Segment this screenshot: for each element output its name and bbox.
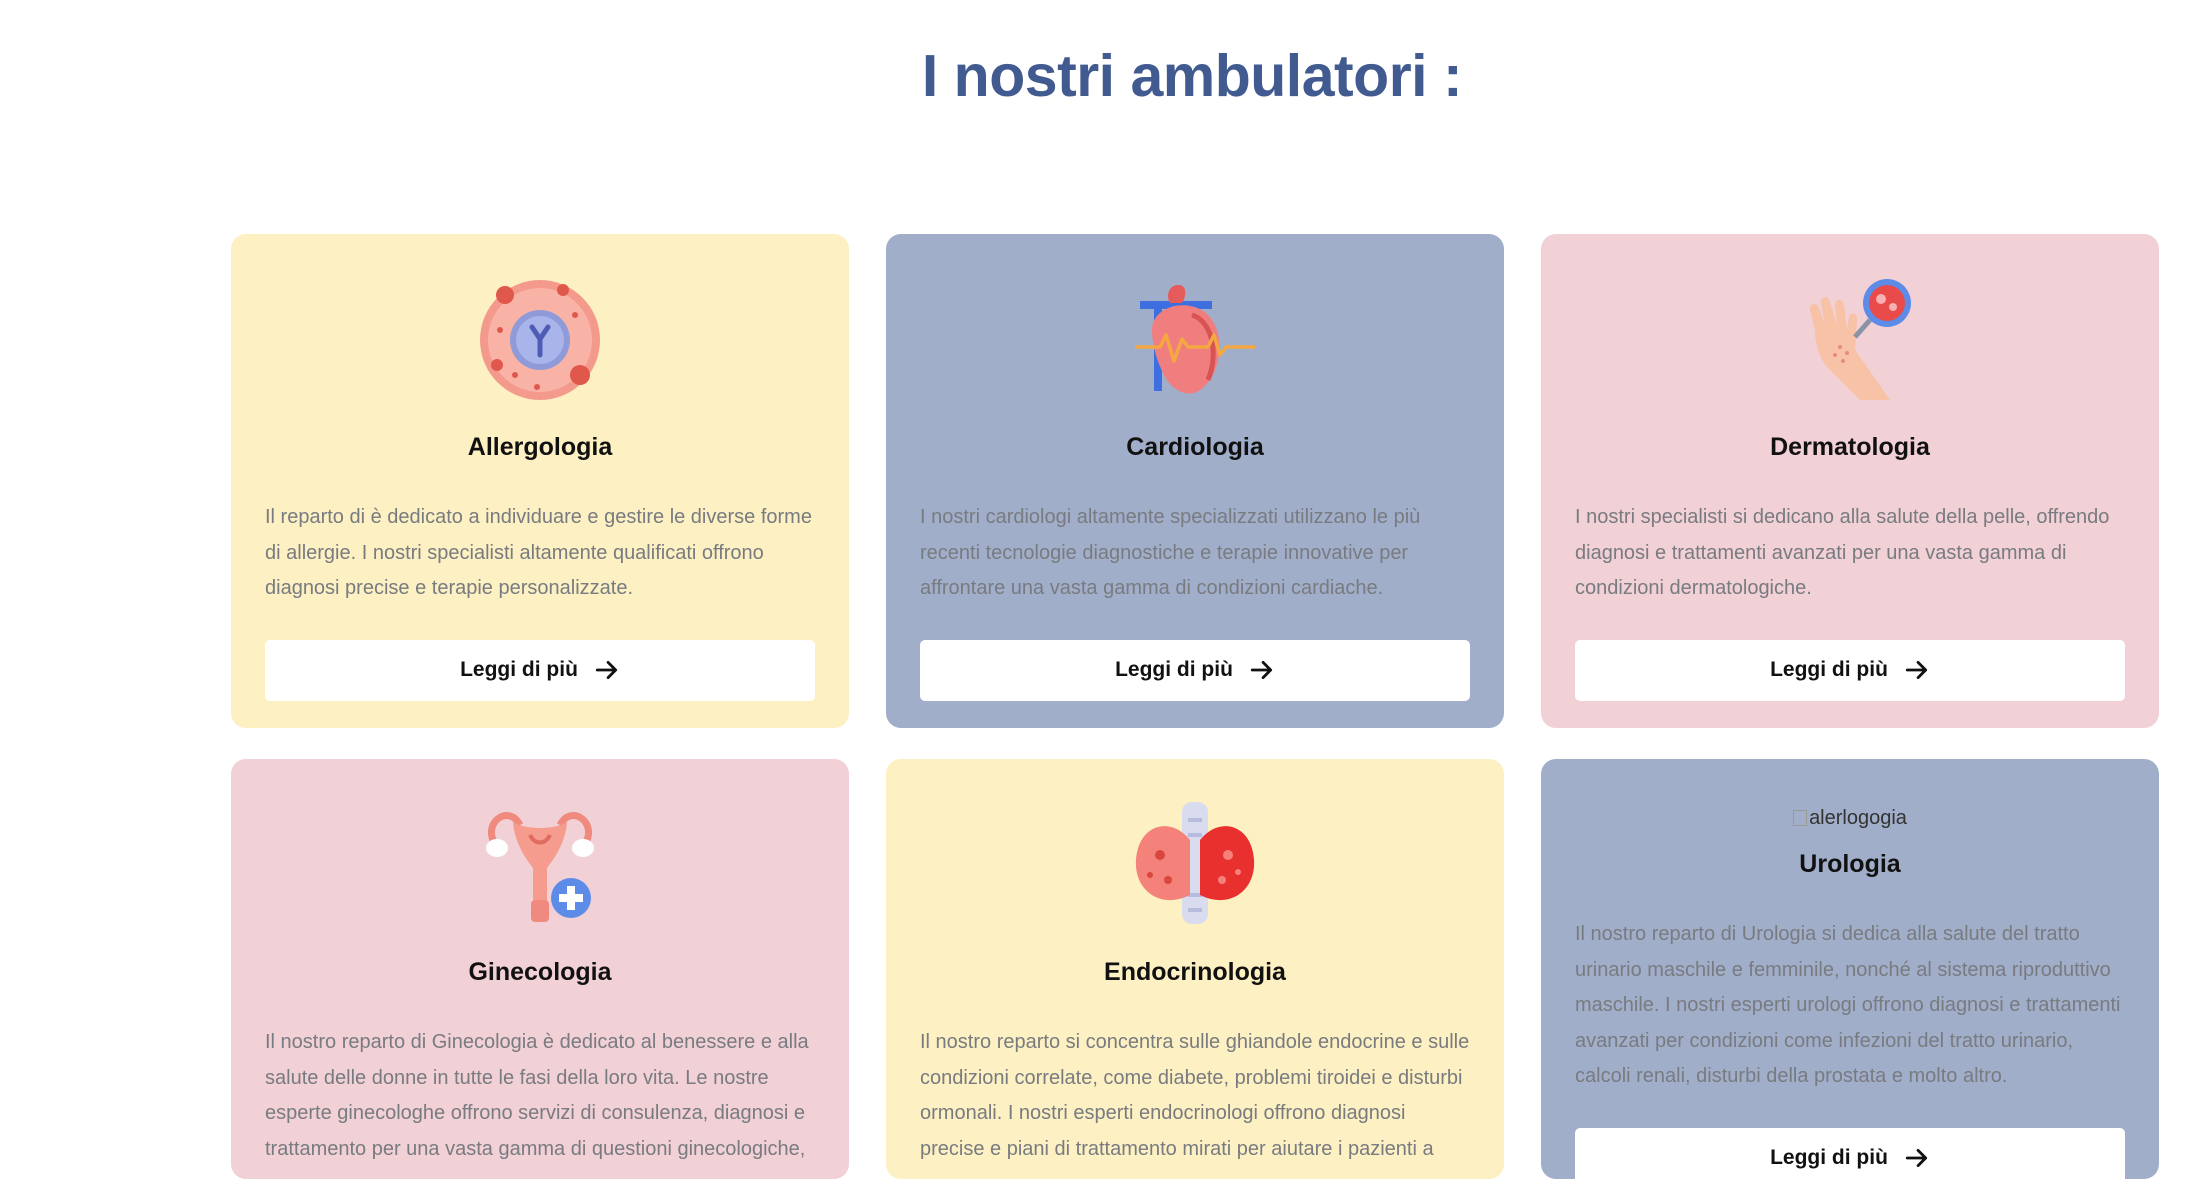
broken-image-icon [1793, 810, 1807, 826]
card-title: Cardiologia [920, 430, 1470, 464]
read-more-button[interactable]: Leggi di più [1575, 1128, 2125, 1179]
allergy-cell-icon [265, 275, 815, 405]
card-description: Il nostro reparto di Ginecologia è dedic… [265, 1025, 815, 1167]
read-more-label: Leggi di più [1115, 658, 1233, 682]
card-cardiologia: Cardiologia I nostri cardiologi altament… [886, 234, 1504, 728]
card-description: Il nostro reparto di Urologia si dedica … [1575, 917, 2125, 1095]
card-title: Endocrinologia [920, 955, 1470, 989]
card-description: Il reparto di è dedicato a individuare e… [265, 500, 815, 607]
arrow-right-icon [1249, 657, 1275, 683]
skin-hand-icon [1575, 275, 2125, 405]
card-allergologia: Allergologia Il reparto di è dedicato a … [231, 234, 849, 728]
read-more-label: Leggi di più [1770, 658, 1888, 682]
arrow-right-icon [1904, 1145, 1930, 1171]
read-more-button[interactable]: Leggi di più [920, 640, 1470, 701]
card-title: Allergologia [265, 430, 815, 464]
read-more-button[interactable]: Leggi di più [265, 640, 815, 701]
page-title: I nostri ambulatori : [0, 42, 2211, 110]
arrow-right-icon [594, 657, 620, 683]
broken-image-placeholder: alerlogogia [1575, 805, 2125, 831]
read-more-label: Leggi di più [460, 658, 578, 682]
card-description: I nostri cardiologi altamente specializz… [920, 500, 1470, 607]
thyroid-icon [920, 800, 1470, 930]
card-endocrinologia: Endocrinologia Il nostro reparto si conc… [886, 759, 1504, 1179]
card-dermatologia: Dermatologia I nostri specialisti si ded… [1541, 234, 2159, 728]
card-ginecologia: Ginecologia Il nostro reparto di Ginecol… [231, 759, 849, 1179]
card-title: Dermatologia [1575, 430, 2125, 464]
card-description: Il nostro reparto si concentra sulle ghi… [920, 1025, 1470, 1167]
card-title: Urologia [1575, 847, 2125, 881]
card-title: Ginecologia [265, 955, 815, 989]
card-description: I nostri specialisti si dedicano alla sa… [1575, 500, 2125, 607]
arrow-right-icon [1904, 657, 1930, 683]
image-alt-text: alerlogogia [1809, 807, 1907, 829]
card-urologia: alerlogogia Urologia Il nostro reparto d… [1541, 759, 2159, 1179]
uterus-icon [265, 800, 815, 930]
heart-icon [920, 275, 1470, 405]
read-more-button[interactable]: Leggi di più [1575, 640, 2125, 701]
